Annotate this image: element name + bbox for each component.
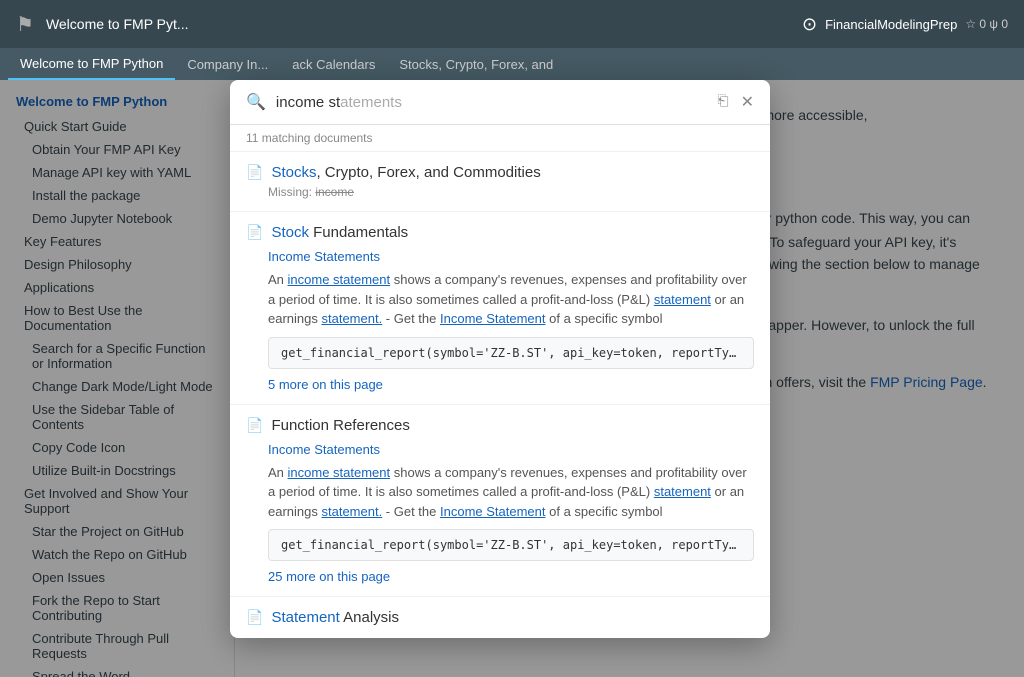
result-sub-title-1[interactable]: Income Statements xyxy=(268,249,754,264)
secondary-nav-item-2[interactable]: Company In... xyxy=(175,48,280,80)
search-query-text: income st xyxy=(276,94,340,111)
result-header-1: 📄 Stocks, Crypto, Forex, and Commodities xyxy=(246,164,754,181)
github-org: FinancialModelingPrep xyxy=(825,17,957,32)
result-code-2: get_financial_report(symbol='ZZ-B.ST', a… xyxy=(268,529,754,561)
search-actions: ⎗ ✕ xyxy=(717,92,754,112)
search-placeholder-text: atements xyxy=(340,94,402,111)
result-title-1: Stocks, Crypto, Forex, and Commodities xyxy=(271,164,540,181)
result-sub-desc-1: An income statement shows a company's re… xyxy=(268,270,754,329)
result-sub-title-2[interactable]: Income Statements xyxy=(268,442,754,457)
secondary-nav-item-1[interactable]: Welcome to FMP Python xyxy=(8,48,175,80)
result-header-4: 📄 Statement Analysis xyxy=(246,609,754,626)
result-page-icon-3: 📄 xyxy=(246,417,263,434)
result-page-icon-2: 📄 xyxy=(246,224,263,241)
result-subsection-2: Income Statements An income statement sh… xyxy=(246,442,754,585)
search-modal: 🔍 income st atements ⎗ ✕ 11 matching doc… xyxy=(230,80,770,638)
search-result-stocks[interactable]: 📄 Stocks, Crypto, Forex, and Commodities… xyxy=(230,152,770,212)
secondary-nav: Welcome to FMP Python Company In... ack … xyxy=(0,48,1024,80)
secondary-nav-item-4[interactable]: Stocks, Crypto, Forex, and xyxy=(387,48,565,80)
close-icon[interactable]: ✕ xyxy=(741,92,754,112)
search-result-func-ref[interactable]: 📄 Function References Income Statements … xyxy=(230,405,770,598)
result-header-3: 📄 Function References xyxy=(246,417,754,434)
github-icon: ⊙ xyxy=(802,14,817,35)
result-title-3: Function References xyxy=(271,417,409,434)
search-overlay: 🔍 income st atements ⎗ ✕ 11 matching doc… xyxy=(0,80,1024,677)
github-stats: ☆ 0 ψ 0 xyxy=(965,17,1008,31)
share-icon[interactable]: ⎗ xyxy=(717,92,728,112)
result-sub-desc-2: An income statement shows a company's re… xyxy=(268,463,754,522)
result-more-link-1[interactable]: 5 more on this page xyxy=(268,377,754,392)
search-results: 📄 Stocks, Crypto, Forex, and Commodities… xyxy=(230,152,770,638)
search-header: 🔍 income st atements ⎗ ✕ xyxy=(230,80,770,125)
logo-icon: ⚑ xyxy=(16,12,34,37)
search-match-count: 11 matching documents xyxy=(230,125,770,152)
search-result-stock-fund[interactable]: 📄 Stock Fundamentals Income Statements A… xyxy=(230,212,770,405)
secondary-nav-item-3[interactable]: ack Calendars xyxy=(280,48,387,80)
result-header-2: 📄 Stock Fundamentals xyxy=(246,224,754,241)
search-input-container[interactable]: income st atements xyxy=(276,94,707,111)
top-bar: ⚑ Welcome to FMP Pyt... ⊙ FinancialModel… xyxy=(0,0,1024,48)
search-result-stmt-analysis[interactable]: 📄 Statement Analysis xyxy=(230,597,770,638)
github-section[interactable]: ⊙ FinancialModelingPrep ☆ 0 ψ 0 xyxy=(802,14,1008,35)
result-title-4: Statement Analysis xyxy=(271,609,399,626)
result-subsection-1: Income Statements An income statement sh… xyxy=(246,249,754,392)
app-title: Welcome to FMP Pyt... xyxy=(46,16,189,32)
result-missing-1: Missing: income xyxy=(246,185,754,199)
main-layout: Welcome to FMP Python Quick Start Guide … xyxy=(0,80,1024,677)
result-title-2: Stock Fundamentals xyxy=(271,224,408,241)
result-page-icon-1: 📄 xyxy=(246,164,263,181)
result-code-1: get_financial_report(symbol='ZZ-B.ST', a… xyxy=(268,337,754,369)
result-more-link-2[interactable]: 25 more on this page xyxy=(268,569,754,584)
result-page-icon-4: 📄 xyxy=(246,609,263,626)
search-icon: 🔍 xyxy=(246,92,266,112)
